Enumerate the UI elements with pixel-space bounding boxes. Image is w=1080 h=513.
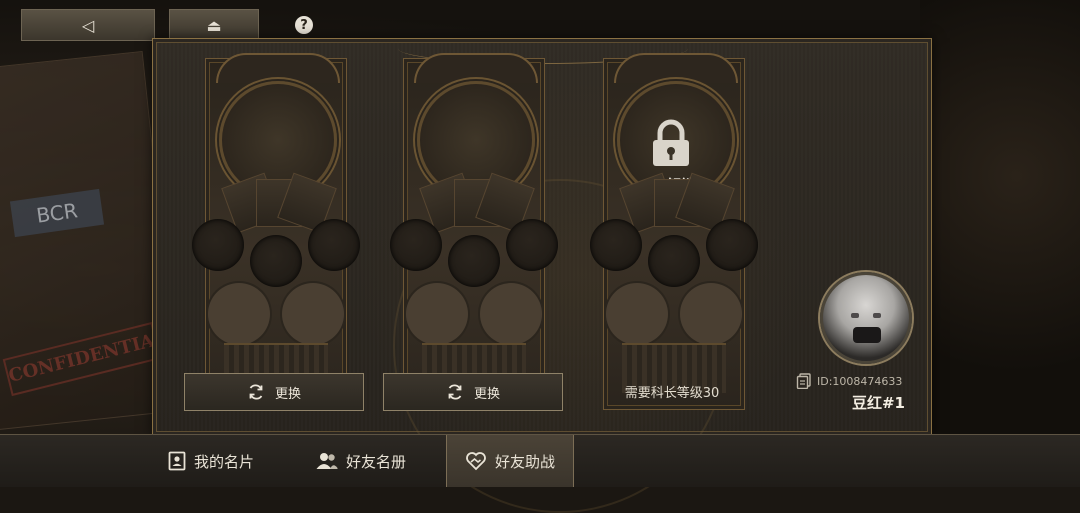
home-button[interactable]: ⏏: [169, 9, 259, 41]
tab-label: 我的名片: [194, 452, 255, 471]
skill-slot: [590, 219, 642, 271]
skill-slot: [390, 219, 442, 271]
swap-button-2[interactable]: 更换: [383, 373, 563, 411]
card-arch: [614, 53, 738, 83]
player-id-row[interactable]: ID:1008474633: [796, 373, 902, 389]
equip-slot: [208, 283, 270, 345]
help-icon[interactable]: ?: [295, 16, 313, 34]
skill-slot: [448, 235, 500, 287]
heart-handshake-icon: [466, 452, 486, 471]
equip-slot: [282, 283, 344, 345]
avatar-eye: [851, 313, 859, 318]
skill-slot: [250, 235, 302, 287]
swap-button-label: 更换: [473, 386, 500, 402]
card-arch: [216, 53, 340, 83]
tab-friend-support[interactable]: 好友助战: [446, 435, 574, 487]
equip-slot: [606, 283, 668, 345]
avatar-mask: [853, 327, 881, 343]
background-right-shadow: [920, 0, 1080, 440]
back-button[interactable]: ◁: [21, 9, 155, 41]
refresh-icon: [448, 384, 462, 400]
player-id: ID:1008474633: [817, 374, 903, 388]
skill-slot: [648, 235, 700, 287]
skill-slot: [506, 219, 558, 271]
skill-slot: [192, 219, 244, 271]
player-name: 豆红#1: [851, 394, 905, 412]
home-icon: ⏏: [206, 15, 222, 35]
card-arch: [414, 53, 538, 83]
copy-icon: [796, 373, 811, 389]
tab-label: 好友助战: [494, 452, 555, 471]
unlock-requirement: 需要科长等级30: [624, 386, 720, 401]
friends-icon: [316, 453, 338, 469]
lock-icon: [653, 119, 689, 166]
swap-button-label: 更换: [274, 386, 301, 402]
support-card-2[interactable]: [390, 53, 558, 410]
support-card-3: 未解锁: [590, 53, 758, 410]
equip-slot: [480, 283, 542, 345]
tab-label: 好友名册: [346, 452, 407, 471]
bottom-tab-bar: 我的名片 好友名册 好友助战: [0, 434, 1080, 487]
tab-friend-list[interactable]: 好友名册: [316, 435, 406, 487]
swap-button-1[interactable]: 更换: [184, 373, 364, 411]
skill-slot: [308, 219, 360, 271]
tab-my-card[interactable]: 我的名片: [168, 435, 254, 487]
id-card-icon: [168, 451, 186, 471]
support-card-1[interactable]: [192, 53, 360, 410]
back-icon: ◁: [81, 15, 95, 35]
avatar-eye: [873, 313, 881, 318]
skill-slot: [706, 219, 758, 271]
avatar[interactable]: [820, 272, 912, 364]
refresh-icon: [249, 384, 263, 400]
equip-slot: [406, 283, 468, 345]
equip-slot: [680, 283, 742, 345]
